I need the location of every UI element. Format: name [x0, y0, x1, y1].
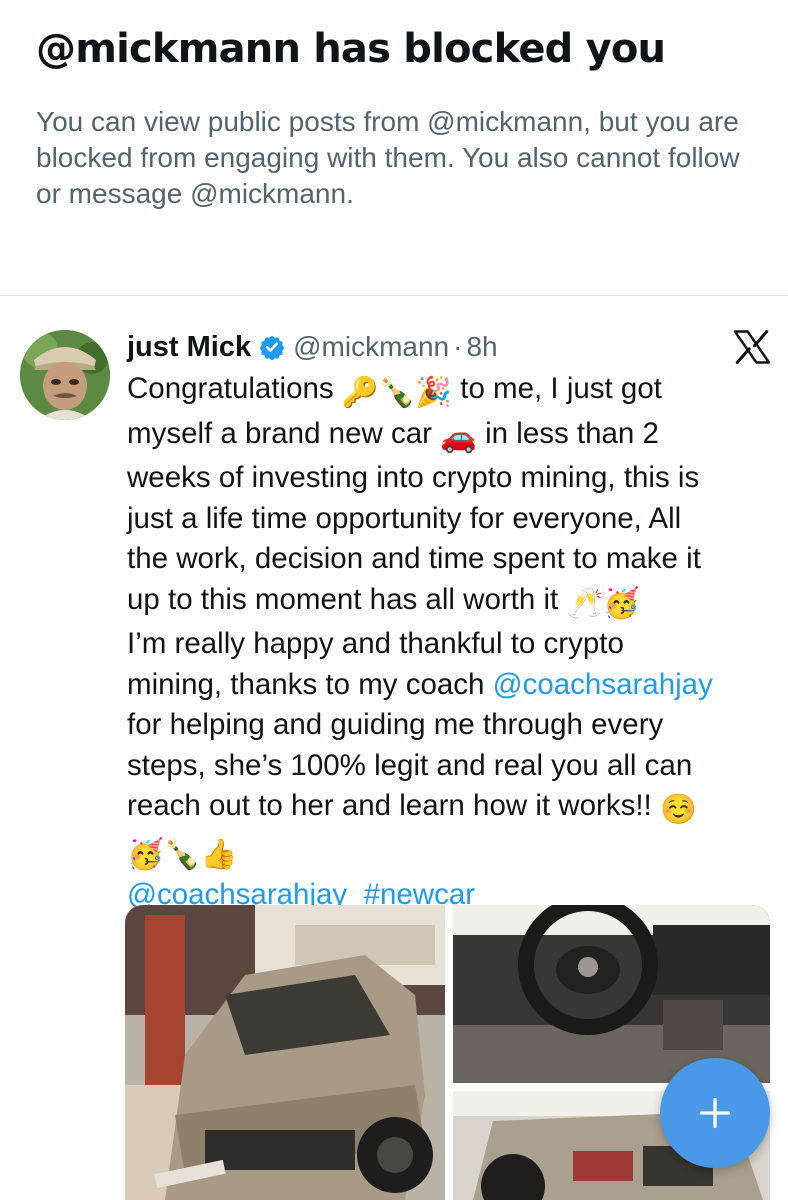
post-line: 🥳🍾👍 [127, 831, 767, 876]
author-handle[interactable]: @mickmann [293, 331, 449, 363]
header-separator: · [453, 331, 463, 362]
author-display-name[interactable]: just Mick [127, 331, 251, 364]
champagne-emoji: 🍾 [163, 837, 201, 871]
key-emoji: 🔑 [341, 376, 379, 409]
post-timestamp[interactable]: 8h [466, 331, 497, 363]
photo-truck-showroom-icon [125, 905, 445, 1200]
post-line: for helping and guiding me through every [127, 708, 664, 741]
post-line: mining, thanks to my coach @coachsarahja… [127, 665, 767, 706]
post-line: myself a brand new car 🚗 in less than 2 [127, 414, 767, 459]
post-line: I’m really happy and thankful to crypto [127, 627, 624, 660]
avatar-photo-icon [20, 330, 110, 420]
clinking-glasses-emoji: 🥂 [566, 586, 604, 620]
text-segment: in less than 2 [485, 416, 659, 450]
post-line: weeks of investing into crypto mining, t… [127, 461, 700, 494]
media-photo-1[interactable] [125, 905, 445, 1200]
post-line: just a life time opportunity for everyon… [127, 501, 682, 535]
author-avatar[interactable] [20, 330, 110, 420]
text-segment: to me, I just got [460, 372, 662, 405]
post-line: steps, she’s 100% legit and real you all… [127, 748, 693, 782]
compose-post-button[interactable] [660, 1058, 770, 1168]
x-logo-icon [733, 330, 771, 364]
post-text: Congratulations 🔑🍾🎉 to me, I just got my… [127, 369, 767, 916]
partying-face-emoji: 🥳 [603, 586, 640, 620]
partying-face-emoji: 🥳 [127, 837, 164, 871]
post-header: just Mick @mickmann · 8h [127, 325, 498, 369]
smiling-face-emoji: ☺️ [659, 793, 697, 826]
post-media-grid [125, 905, 770, 1200]
text-segment: reach out to her and learn how it works!… [127, 789, 652, 822]
champagne-emoji: 🍾 [378, 376, 416, 409]
plus-icon [699, 1097, 731, 1129]
mention-link[interactable]: @coachsarahjay [493, 668, 713, 701]
media-photo-2[interactable] [453, 905, 770, 1083]
photo-steering-wheel-interior-icon [453, 905, 770, 1083]
blocked-notice-description: You can view public posts from @mickmann… [36, 106, 740, 209]
post-line: Congratulations 🔑🍾🎉 to me, I just got [127, 369, 767, 414]
blocked-notice-title: @mickmann has blocked you [36, 26, 666, 72]
post-line: up to this moment has all worth it 🥂🥳 [127, 580, 767, 625]
thumbs-up-emoji: 👍 [200, 837, 238, 871]
post-line: the work, decision and time spent to mak… [127, 542, 701, 575]
text-segment: up to this moment has all worth it [127, 582, 559, 616]
party-popper-emoji: 🎉 [415, 376, 453, 409]
text-segment: myself a brand new car [127, 416, 432, 450]
car-emoji: 🚗 [440, 420, 477, 454]
post-line: reach out to her and learn how it works!… [127, 786, 767, 831]
divider [0, 295, 788, 296]
text-segment: Congratulations [127, 372, 334, 405]
verified-badge-icon [259, 335, 285, 360]
text-segment: mining, thanks to my coach [127, 667, 485, 701]
